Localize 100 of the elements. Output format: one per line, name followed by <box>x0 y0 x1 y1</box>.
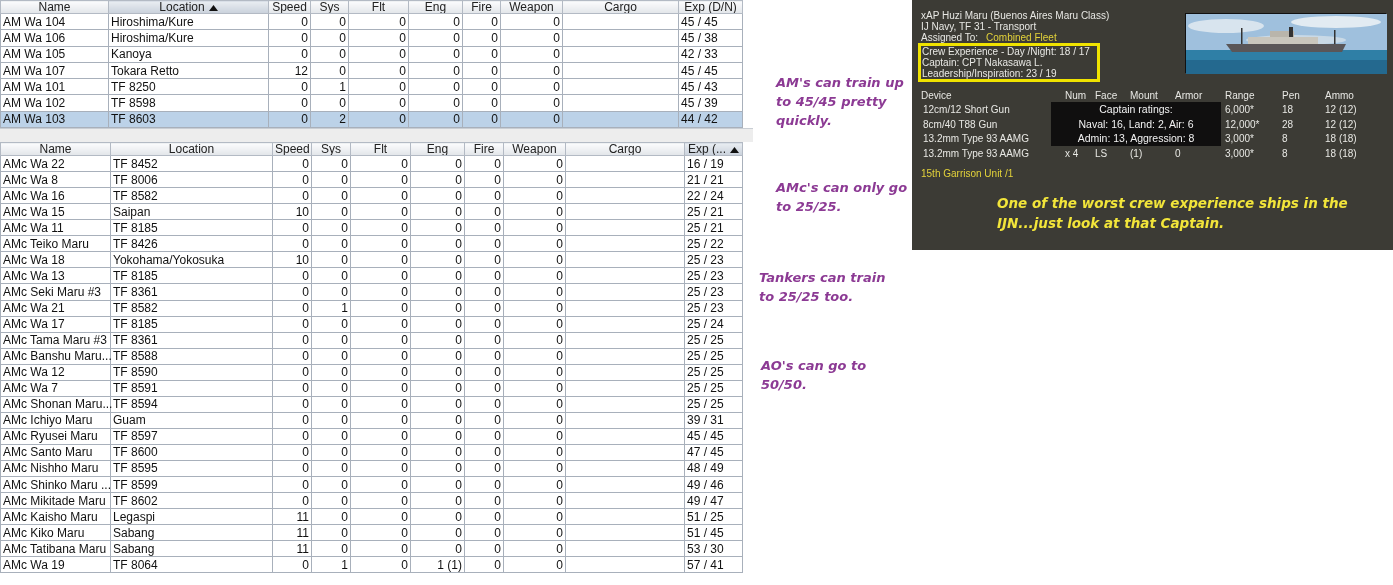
column-header[interactable]: Fire <box>462 0 501 14</box>
table-row[interactable]: AMc Wa 17 TF 8185 0 0 0 0 0 0 25 / 24 <box>0 316 743 333</box>
column-header[interactable]: Location <box>108 0 269 14</box>
table-row[interactable]: AMc Santo Maru TF 8600 0 0 0 0 0 0 47 / 45 <box>0 444 743 461</box>
table-cell: 0 <box>311 332 351 349</box>
table-cell: 1 <box>310 78 349 95</box>
table-cell: 0 <box>503 396 566 413</box>
table-row[interactable]: AMc Wa 22 TF 8452 0 0 0 0 0 0 16 / 19 <box>0 155 743 172</box>
table-row[interactable]: AMc Mikitade Maru TF 8602 0 0 0 0 0 0 49 / 47 <box>0 492 743 509</box>
table-row[interactable]: AMc Wa 21 TF 8582 0 1 0 0 0 0 25 / 23 <box>0 300 743 317</box>
table-cell: 0 <box>503 380 566 397</box>
ship-info-text: xAP Huzi Maru (Buenos Aires Maru Class) <box>921 10 1111 21</box>
table-row[interactable]: AMc Wa 8 TF 8006 0 0 0 0 0 0 21 / 21 <box>0 171 743 188</box>
table-cell: 0 <box>462 78 501 95</box>
column-header[interactable]: Name <box>0 142 111 156</box>
table-cell: 0 <box>503 556 566 573</box>
column-header[interactable]: Flt <box>348 0 409 14</box>
table-cell: 10 <box>272 203 312 220</box>
table-cell: 0 <box>272 428 312 445</box>
table-cell: TF 8599 <box>110 476 273 493</box>
table-row[interactable]: AMc Wa 13 TF 8185 0 0 0 0 0 0 25 / 23 <box>0 267 743 284</box>
crew-info-text: Captain: CPT Nakasawa L. <box>922 57 1043 68</box>
table-row[interactable]: AM Wa 107 Tokara Retto 12 0 0 0 0 0 45 / 45 <box>0 62 743 79</box>
table-cell: 25 / 21 <box>684 203 743 220</box>
table-cell: 0 <box>310 46 349 63</box>
table-cell: 0 <box>350 380 411 397</box>
table-cell: 0 <box>464 556 504 573</box>
table-cell: 0 <box>464 219 504 236</box>
table-cell: 10 <box>272 251 312 268</box>
table-cell: 0 <box>503 219 566 236</box>
table-row[interactable]: AMc Wa 16 TF 8582 0 0 0 0 0 0 22 / 24 <box>0 187 743 204</box>
table-cell: 0 <box>408 111 463 128</box>
table-cell: AMc Santo Maru <box>0 444 111 461</box>
table-row[interactable]: AMc Shinko Maru ... TF 8599 0 0 0 0 0 0 49 / 46 <box>0 476 743 493</box>
table-cell: 0 <box>272 219 312 236</box>
table-cell: AM Wa 101 <box>0 78 109 95</box>
table-cell: 28 <box>1282 117 1325 132</box>
table-cell: 25 / 23 <box>684 251 743 268</box>
table-cell: TF 8185 <box>110 316 273 333</box>
table-row[interactable]: AM Wa 105 Kanoya 0 0 0 0 0 0 42 / 33 <box>0 46 743 63</box>
table-row[interactable]: AMc Wa 12 TF 8590 0 0 0 0 0 0 25 / 25 <box>0 364 743 381</box>
table-cell: 25 / 23 <box>684 283 743 300</box>
column-header[interactable]: Flt <box>350 142 411 156</box>
table-row[interactable]: AMc Wa 7 TF 8591 0 0 0 0 0 0 25 / 25 <box>0 380 743 397</box>
table-cell: 0 <box>462 111 501 128</box>
table-row[interactable]: AMc Banshu Maru...TF 8588 0 0 0 0 0 0 25 / 25 <box>0 348 743 365</box>
table-cell-text: 8cm/40 T88 Gun <box>922 117 999 132</box>
column-header[interactable]: Fire <box>464 142 504 156</box>
table-cell: 0 <box>464 364 504 381</box>
table-row[interactable]: AMc Wa 18 Yokohama/Yokosuka 10 0 0 0 0 0 25 / 23 <box>0 251 743 268</box>
table-row[interactable]: AMc Wa 15 Saipan 10 0 0 0 0 0 25 / 21 <box>0 203 743 220</box>
table-cell: 0 <box>464 380 504 397</box>
table-row[interactable]: AMc Tama Maru #3 TF 8361 0 0 0 0 0 0 25 / 25 <box>0 332 743 349</box>
column-header[interactable]: Name <box>0 0 109 14</box>
table-cell: 0 <box>410 235 465 252</box>
table-cell: AMc Tatibana Maru <box>0 540 111 557</box>
table-cell: (1) <box>1130 146 1175 161</box>
unit-text: 15th Garrison Unit /1 <box>921 167 1015 179</box>
table-cell: 0 <box>462 95 501 112</box>
table-cell: TF 8064 <box>110 556 273 573</box>
table-cell: 0 <box>348 13 409 30</box>
table-row[interactable]: AMc Ichiyo Maru Guam 0 0 0 0 0 0 39 / 31 <box>0 412 743 429</box>
table-cell: 0 <box>464 187 504 204</box>
table-row[interactable]: AMc Kaisho Maru Legaspi 11 0 0 0 0 0 51 / 25 <box>0 508 743 525</box>
table-row[interactable]: AMc Ryusei Maru TF 8597 0 0 0 0 0 0 45 / 45 <box>0 428 743 445</box>
table-row[interactable]: AMc Teiko Maru TF 8426 0 0 0 0 0 0 25 / 22 <box>0 235 743 252</box>
table-cell: 0 <box>464 235 504 252</box>
table-cell: 0 <box>500 95 563 112</box>
table-cell: 0 <box>462 13 501 30</box>
table-cell: AMc Wa 11 <box>0 219 111 236</box>
table-cell: 0 <box>410 476 465 493</box>
table-row[interactable]: AMc Tatibana Maru Sabang 11 0 0 0 0 0 53 / 30 <box>0 540 743 557</box>
table-row[interactable]: AMc Kiko Maru Sabang 11 0 0 0 0 0 51 / 45 <box>0 524 743 541</box>
table-cell: 0 <box>311 219 351 236</box>
table-cell: 0 <box>464 267 504 284</box>
table-row[interactable]: AM Wa 106 Hiroshima/Kure 0 0 0 0 0 0 45 / 38 <box>0 29 743 47</box>
table-cell: 25 / 25 <box>684 332 743 349</box>
table-row[interactable]: AMc Shonan Maru...TF 8594 0 0 0 0 0 0 25 / 25 <box>0 396 743 413</box>
table-cell: 0 <box>408 95 463 112</box>
table-row[interactable]: AMc Wa 11 TF 8185 0 0 0 0 0 0 25 / 21 <box>0 219 743 236</box>
table-cell: 0 <box>350 428 411 445</box>
table-cell: AMc Wa 17 <box>0 316 111 333</box>
ship-info-text: IJ Navy, TF 31 - Transport <box>921 21 1037 32</box>
table-cell: AMc Kiko Maru <box>0 524 111 541</box>
table-cell: 0 <box>350 492 411 509</box>
table-row[interactable]: AMc Nishho Maru TF 8595 0 0 0 0 0 0 48 / 49 <box>0 460 743 477</box>
table-cell: 45 / 45 <box>684 428 743 445</box>
table-row[interactable]: AM Wa 101 TF 8250 0 1 0 0 0 0 45 / 43 <box>0 78 743 95</box>
table-cell: 0 <box>462 46 501 63</box>
table-cell: AMc Seki Maru #3 <box>0 283 111 300</box>
table-cell: 48 / 49 <box>684 460 743 477</box>
table-row[interactable]: AM Wa 104 Hiroshima/Kure 0 0 0 0 0 0 45 / 45 <box>0 13 743 30</box>
table-row[interactable]: AM Wa 102 TF 8598 0 0 0 0 0 0 45 / 39 <box>0 95 743 112</box>
table-cell: 0 <box>350 332 411 349</box>
sort-ascending-icon <box>730 146 739 153</box>
column-header[interactable]: Location <box>110 142 273 156</box>
table-row[interactable]: AMc Seki Maru #3 TF 8361 0 0 0 0 0 0 25 / 23 <box>0 283 743 300</box>
table-cell: 16 / 19 <box>684 155 743 172</box>
table-cell: 0 <box>410 155 465 172</box>
table-row[interactable]: AMc Wa 19 TF 8064 0 1 0 1 (1) 0 0 57 / 41 <box>0 556 743 573</box>
